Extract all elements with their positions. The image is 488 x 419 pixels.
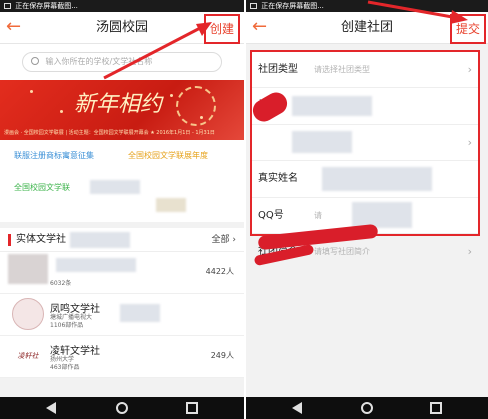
field-label: 真实姓名	[258, 173, 298, 185]
field-label: QQ号	[258, 209, 284, 221]
notice-item[interactable]: 全国校园文学联	[14, 182, 70, 193]
section-title: 实体文学社	[16, 234, 66, 245]
section-header: 实体文学社 全部 ›	[0, 228, 244, 252]
status-text: 正在保存屏幕截图...	[15, 2, 78, 10]
banner-caption: 漫画会 · 全国校园文学联展 | 活动主题：全国校园文学联展开幕会 ★ 2016…	[4, 130, 215, 136]
left-phone-screen: 正在保存屏幕截图... ← 汤圆校园 创建 输入你所在的学校/文学社名称 新年相…	[0, 0, 244, 419]
status-text: 正在保存屏幕截图...	[261, 2, 324, 10]
form-row-club-type[interactable]: 社团类型 请选择社团类型 ›	[252, 52, 478, 89]
view-all-link[interactable]: 全部 ›	[212, 228, 236, 252]
nav-back-icon[interactable]	[292, 402, 302, 414]
club-list-item[interactable]: 凌轩社 凌轩文学社 扬州大学 463部作品 249人	[0, 336, 244, 378]
create-club-form: 社团类型 请选择社团类型 › 社 › 真实姓名 QQ号 请 社团简介 请填写社团…	[250, 50, 480, 258]
club-member-count: 4422人	[205, 267, 234, 276]
club-stats: 6032条	[50, 280, 72, 287]
club-meta: 扬州大学 463部作品	[50, 356, 80, 371]
notice-item[interactable]: 全国校园文学联展年度	[128, 150, 208, 161]
screenshot-icon	[4, 3, 11, 9]
nav-recents-icon[interactable]	[430, 402, 442, 414]
club-logo: 凌轩社	[12, 340, 44, 372]
status-bar: 正在保存屏幕截图...	[0, 0, 244, 12]
club-list-item[interactable]: 凤鸣文学社 塘城广播电视大 1106部作品	[0, 294, 244, 336]
nav-back-icon[interactable]	[46, 402, 56, 414]
club-meta: 塘城广播电视大 1106部作品	[50, 314, 93, 329]
create-button[interactable]: 创建	[203, 14, 240, 44]
chevron-right-icon: ›	[467, 63, 472, 76]
chevron-right-icon: ›	[467, 244, 472, 258]
notice-board: 联服注册商标寓意征集 全国校园文学联展年度 全国校园文学联	[0, 140, 244, 222]
promo-banner[interactable]: 新年相约 漫画会 · 全国校园文学联展 | 活动主题：全国校园文学联展开幕会 ★…	[0, 80, 244, 140]
banner-headline: 新年相约	[74, 92, 163, 117]
club-name: 凤鸣文学社	[50, 304, 100, 315]
top-bar: ← 汤圆校园 创建	[0, 12, 244, 44]
club-name: 凌轩文学社	[50, 346, 100, 357]
system-nav-bar	[246, 397, 488, 419]
firework-decoration	[176, 86, 216, 126]
field-placeholder: 请	[314, 210, 322, 220]
nav-home-icon[interactable]	[116, 402, 128, 414]
system-nav-bar	[0, 397, 244, 419]
form-row-real-name[interactable]: 真实姓名	[252, 161, 478, 198]
club-logo	[12, 298, 44, 330]
section-accent-bar	[8, 234, 11, 246]
chevron-right-icon: ›	[467, 135, 472, 149]
top-bar: ← 创建社团 提交	[246, 12, 488, 44]
nav-recents-icon[interactable]	[186, 402, 198, 414]
status-bar: 正在保存屏幕截图...	[246, 0, 488, 12]
search-row: 输入你所在的学校/文学社名称	[0, 44, 244, 80]
search-input[interactable]: 输入你所在的学校/文学社名称	[22, 52, 222, 72]
form-row-school[interactable]: ›	[252, 125, 478, 162]
club-member-count: 249人	[210, 351, 234, 360]
field-placeholder: 请选择社团类型	[314, 65, 370, 74]
search-icon	[31, 57, 39, 65]
nav-home-icon[interactable]	[361, 402, 373, 414]
notice-item[interactable]: 联服注册商标寓意征集	[14, 150, 94, 161]
right-phone-screen: 正在保存屏幕截图... ← 创建社团 提交 社团类型 请选择社团类型 › 社 ›…	[246, 0, 488, 419]
field-label: 社团类型	[258, 64, 298, 75]
submit-button[interactable]: 提交	[449, 14, 486, 44]
search-placeholder: 输入你所在的学校/文学社名称	[45, 57, 153, 66]
screenshot-icon	[250, 3, 257, 9]
club-list-item[interactable]: 6032条 4422人	[0, 252, 244, 294]
